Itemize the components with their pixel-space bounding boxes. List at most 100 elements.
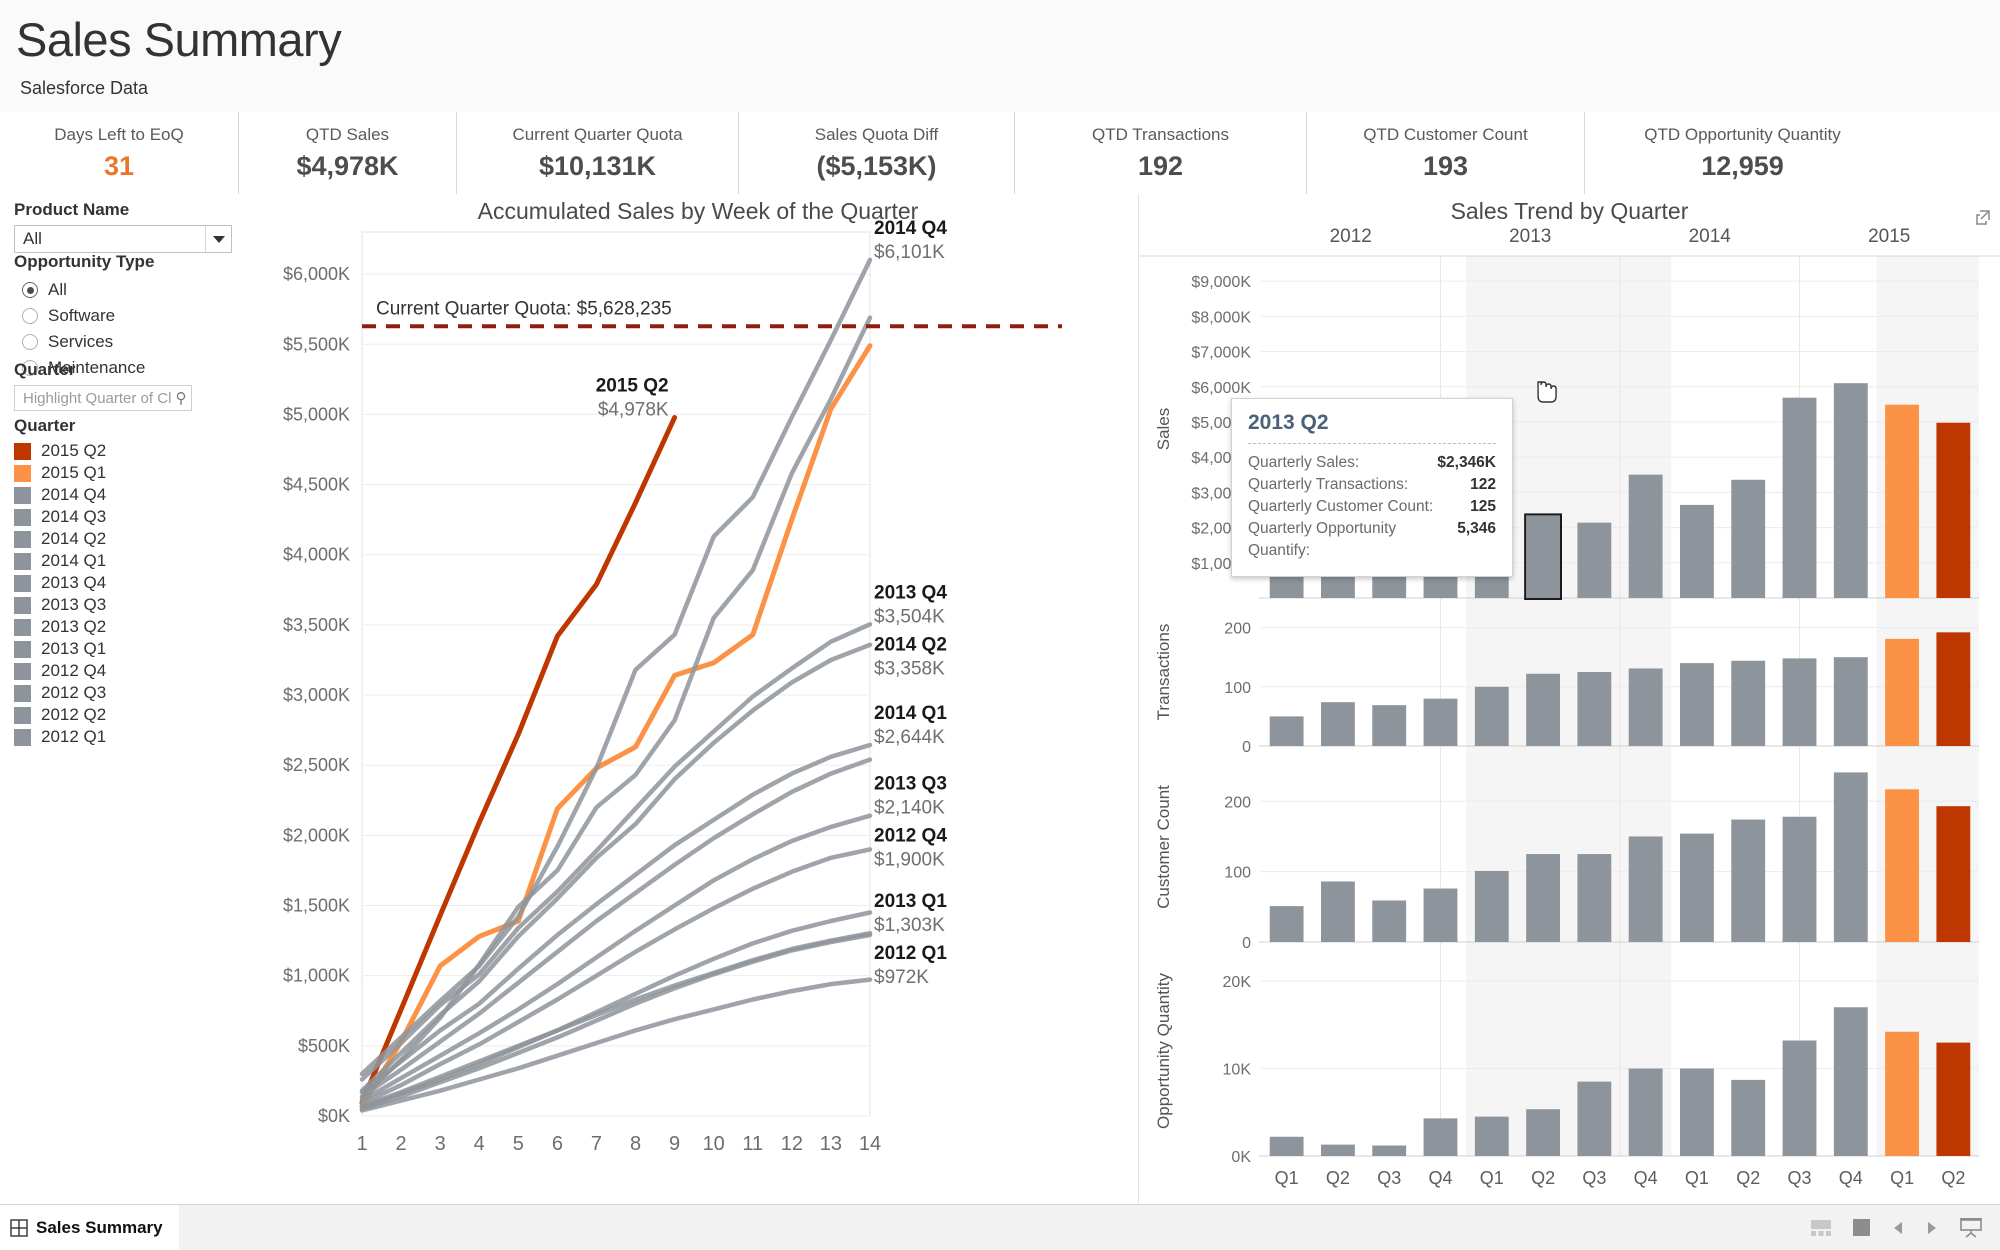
bar-opportunity-quantity-Q2-13[interactable] [1936, 1042, 1971, 1156]
bar-customer-count-Q2-9[interactable] [1731, 819, 1766, 942]
bar-customer-count-Q2-13[interactable] [1936, 806, 1971, 942]
bar-opportunity-quantity-Q2-1[interactable] [1321, 1144, 1355, 1156]
kpi-qtd-transactions: QTD Transactions 192 [1014, 112, 1306, 194]
bar-customer-count-Q4-7[interactable] [1628, 836, 1663, 942]
y-tick-label: $1,500K [283, 896, 350, 916]
bar-sales-Q4-7[interactable] [1628, 474, 1663, 598]
bar-opportunity-quantity-Q3-10[interactable] [1782, 1040, 1817, 1157]
bar-transactions-Q2-13[interactable] [1936, 632, 1971, 746]
bar-sales-Q4-11[interactable] [1833, 383, 1868, 598]
bar-opportunity-quantity-Q4-3[interactable] [1423, 1118, 1458, 1156]
bar-transactions-Q2-5[interactable] [1526, 673, 1560, 746]
legend-item-2012-q4[interactable]: 2012 Q4 [14, 660, 244, 682]
radio-button[interactable] [22, 282, 38, 298]
presentation-mode-icon[interactable] [1960, 1217, 1982, 1238]
series-end-label-value: $2,644K [874, 727, 945, 748]
bar-opportunity-quantity-Q1-8[interactable] [1680, 1068, 1714, 1157]
x-tick-label: Q3 [1582, 1168, 1606, 1188]
y-tick-label: $4,500K [283, 475, 350, 495]
bar-sales-Q2-13[interactable] [1936, 422, 1971, 598]
product-name-dropdown[interactable]: All [14, 225, 232, 253]
bar-sales-Q2-9[interactable] [1731, 479, 1766, 598]
bar-transactions-Q1-4[interactable] [1474, 686, 1509, 746]
y-tick-label: $9,000K [1191, 274, 1251, 291]
bar-customer-count-Q3-6[interactable] [1577, 854, 1612, 942]
accumulated-sales-plot[interactable]: $0K $500K $1,000K $1,500K $2,000K $2,500K $3,0… [258, 194, 1138, 1204]
bar-customer-count-Q2-1[interactable] [1321, 881, 1355, 942]
accumulated-sales-chart: Accumulated Sales by Week of the Quarter… [258, 194, 1138, 1204]
opportunity-type-option-all[interactable]: All [14, 277, 244, 303]
quarter-search-input[interactable]: Highlight Quarter of Close... [15, 390, 171, 407]
bar-transactions-Q3-6[interactable] [1577, 672, 1612, 746]
legend-item-2014-q2[interactable]: 2014 Q2 [14, 528, 244, 550]
bottom-status-bar: Sales Summary [0, 1204, 2000, 1250]
bar-customer-count-Q3-10[interactable] [1782, 816, 1817, 942]
legend-item-2013-q1[interactable]: 2013 Q1 [14, 638, 244, 660]
bar-customer-count-Q1-8[interactable] [1680, 833, 1714, 942]
bar-customer-count-Q1-4[interactable] [1474, 870, 1509, 942]
sales-trend-plot[interactable]: 2012 2013 2014 2015$1,000K$2,000K$3,000K$4,… [1139, 194, 2000, 1204]
bar-customer-count-Q2-5[interactable] [1526, 854, 1560, 942]
bar-sales-Q2-5[interactable] [1526, 515, 1560, 598]
x-tick-label: Q1 [1890, 1168, 1914, 1188]
legend-item-2015-q1[interactable]: 2015 Q1 [14, 462, 244, 484]
quarter-search-box[interactable]: Highlight Quarter of Close... ⚲ [14, 385, 192, 411]
kpi-label: QTD Transactions [1092, 124, 1229, 144]
legend-item-2013-q4[interactable]: 2013 Q4 [14, 572, 244, 594]
bar-transactions-Q1-0[interactable] [1269, 716, 1304, 746]
bar-opportunity-quantity-Q2-5[interactable] [1526, 1109, 1560, 1156]
legend-item-2014-q4[interactable]: 2014 Q4 [14, 484, 244, 506]
bar-opportunity-quantity-Q3-6[interactable] [1577, 1081, 1612, 1156]
bar-transactions-Q3-2[interactable] [1372, 705, 1407, 746]
legend-item-2013-q2[interactable]: 2013 Q2 [14, 616, 244, 638]
legend-item-2012-q2[interactable]: 2012 Q2 [14, 704, 244, 726]
sheet-tab-sales-summary[interactable]: Sales Summary [0, 1204, 179, 1250]
bar-transactions-Q1-8[interactable] [1680, 663, 1714, 746]
bar-transactions-Q4-7[interactable] [1628, 668, 1663, 746]
previous-sheet-icon[interactable] [1892, 1221, 1904, 1235]
bar-transactions-Q3-10[interactable] [1782, 658, 1817, 746]
bar-transactions-Q2-9[interactable] [1731, 660, 1766, 746]
bar-sales-Q1-8[interactable] [1680, 504, 1714, 598]
bar-opportunity-quantity-Q1-12[interactable] [1885, 1031, 1919, 1156]
bar-transactions-Q4-11[interactable] [1833, 657, 1868, 746]
bar-customer-count-Q1-0[interactable] [1269, 906, 1304, 942]
bar-customer-count-Q1-12[interactable] [1885, 789, 1919, 942]
next-sheet-icon[interactable] [1926, 1221, 1938, 1235]
bar-opportunity-quantity-Q1-4[interactable] [1474, 1116, 1509, 1156]
bar-customer-count-Q4-11[interactable] [1833, 772, 1868, 942]
bar-sales-Q3-6[interactable] [1577, 522, 1612, 598]
bar-sales-Q3-10[interactable] [1782, 397, 1817, 598]
bar-customer-count-Q4-3[interactable] [1423, 888, 1458, 942]
chevron-down-icon[interactable] [205, 226, 231, 252]
legend-item-2013-q3[interactable]: 2013 Q3 [14, 594, 244, 616]
bar-customer-count-Q3-2[interactable] [1372, 900, 1407, 942]
bar-opportunity-quantity-Q2-9[interactable] [1731, 1079, 1766, 1156]
bar-opportunity-quantity-Q1-0[interactable] [1269, 1136, 1304, 1156]
series-end-label-name: 2014 Q4 [874, 218, 947, 239]
radio-button[interactable] [22, 334, 38, 350]
opportunity-type-option-services[interactable]: Services [14, 329, 244, 355]
legend-item-2012-q1[interactable]: 2012 Q1 [14, 726, 244, 748]
bar-opportunity-quantity-Q4-11[interactable] [1833, 1007, 1868, 1156]
legend-item-2014-q3[interactable]: 2014 Q3 [14, 506, 244, 528]
quarter-highlight-filter: Quarter Highlight Quarter of Close... ⚲ [14, 360, 244, 411]
radio-button[interactable] [22, 308, 38, 324]
bar-sales-Q1-12[interactable] [1885, 404, 1919, 598]
bar-opportunity-quantity-Q3-2[interactable] [1372, 1145, 1407, 1157]
legend-item-2015-q2[interactable]: 2015 Q2 [14, 440, 244, 462]
bar-transactions-Q1-12[interactable] [1885, 638, 1919, 746]
bar-transactions-Q2-1[interactable] [1321, 702, 1355, 746]
search-icon[interactable]: ⚲ [171, 389, 191, 407]
show-filmstrip-icon[interactable] [1811, 1219, 1831, 1236]
legend-item-2014-q1[interactable]: 2014 Q1 [14, 550, 244, 572]
legend-label: 2014 Q2 [41, 529, 107, 548]
legend-item-2012-q3[interactable]: 2012 Q3 [14, 682, 244, 704]
series-end-label-value: $3,358K [874, 658, 945, 679]
opportunity-type-option-software[interactable]: Software [14, 303, 244, 329]
filter-panel: Product Name All Opportunity Type All Sof… [0, 194, 258, 1204]
bar-opportunity-quantity-Q4-7[interactable] [1628, 1068, 1663, 1157]
bar-transactions-Q4-3[interactable] [1423, 698, 1458, 746]
show-sheet-icon[interactable] [1853, 1219, 1870, 1236]
tooltip-value: $2,346K [1437, 454, 1496, 471]
